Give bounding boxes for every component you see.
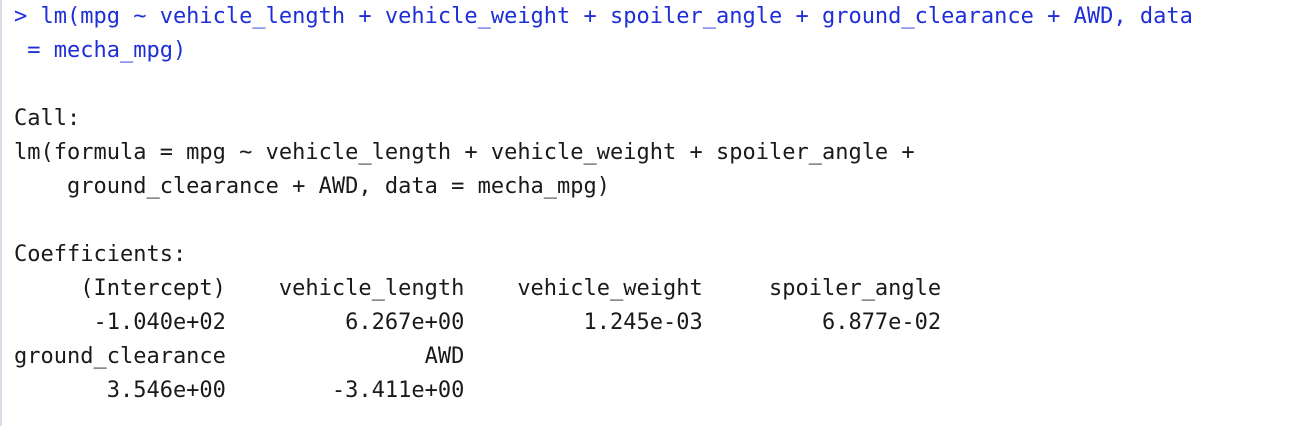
call-formula-line-2: ground_clearance + AWD, data = mecha_mpg…	[14, 174, 611, 199]
coefficients-header: Coefficients:	[14, 242, 187, 267]
console-command-line-1: > lm(mpg ~ vehicle_length + vehicle_weig…	[14, 4, 1193, 29]
r-console[interactable]: > lm(mpg ~ vehicle_length + vehicle_weig…	[0, 0, 1302, 426]
console-left-border	[0, 0, 2, 426]
coefficient-names-row-1: (Intercept) vehicle_length vehicle_weigh…	[14, 276, 942, 301]
console-command-line-2: = mecha_mpg)	[14, 38, 187, 63]
call-formula-line-1: lm(formula = mpg ~ vehicle_length + vehi…	[14, 140, 915, 165]
coefficient-values-row-1: -1.040e+02 6.267e+00 1.245e-03 6.877e-02	[14, 310, 942, 335]
coefficient-names-row-2: ground_clearance AWD	[14, 344, 465, 369]
call-header: Call:	[14, 106, 81, 131]
coefficient-values-row-2: 3.546e+00 -3.411e+00	[14, 378, 465, 403]
